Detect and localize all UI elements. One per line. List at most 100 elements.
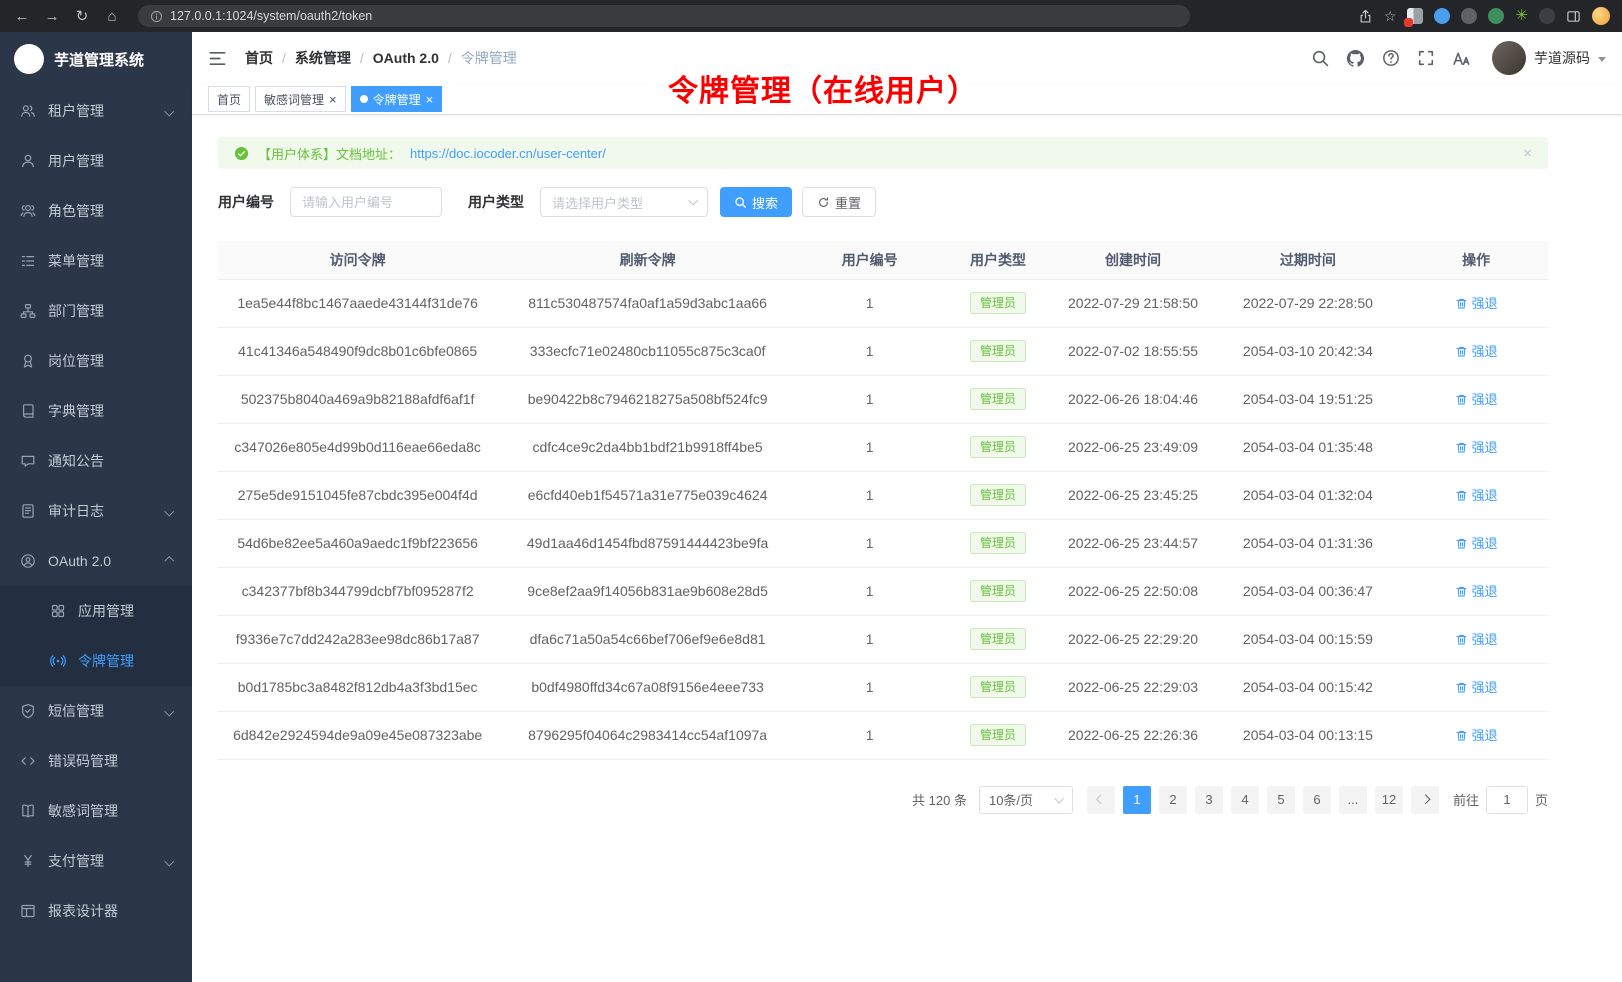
tab-label: 敏感词管理 bbox=[264, 91, 324, 108]
pagination-page-5[interactable]: 5 bbox=[1267, 786, 1295, 814]
extension-grid-icon[interactable] bbox=[1407, 8, 1423, 24]
sidebar-item-menu[interactable]: 菜单管理 bbox=[0, 236, 192, 286]
user-type-select[interactable]: 请选择用户类型 bbox=[540, 187, 708, 217]
extension-dark-icon[interactable] bbox=[1539, 8, 1555, 24]
search-button[interactable]: 搜索 bbox=[720, 187, 792, 217]
pagination-prev-button[interactable] bbox=[1087, 786, 1115, 814]
expire-time-cell: 2054-03-04 00:15:59 bbox=[1211, 615, 1404, 663]
sidebar-item-pay[interactable]: 支付管理 bbox=[0, 836, 192, 886]
sidebar-item-report[interactable]: 报表设计器 bbox=[0, 886, 192, 936]
goto-page-input[interactable] bbox=[1486, 786, 1528, 814]
active-tab-dot bbox=[360, 95, 368, 103]
sidebar-item-tenant[interactable]: 租户管理 bbox=[0, 86, 192, 136]
close-icon[interactable]: × bbox=[329, 93, 337, 106]
fullscreen-icon[interactable] bbox=[1417, 49, 1435, 67]
sidebar-item-post[interactable]: 岗位管理 bbox=[0, 336, 192, 386]
chevron-down-icon bbox=[164, 706, 173, 715]
pagination-ellipsis[interactable]: ... bbox=[1339, 786, 1367, 814]
site-info-icon[interactable] bbox=[150, 10, 163, 23]
user-id-input[interactable] bbox=[290, 187, 442, 217]
force-logout-button[interactable]: 强退 bbox=[1455, 389, 1498, 408]
refresh-token-cell: be90422b8c7946218275a508bf524fc9 bbox=[497, 375, 798, 423]
tab-home[interactable]: 首页 bbox=[208, 86, 250, 112]
extension-badge bbox=[1404, 18, 1413, 27]
pagination-page-12[interactable]: 12 bbox=[1375, 786, 1403, 814]
token-table: 访问令牌 刷新令牌 用户编号 用户类型 创建时间 过期时间 操作 1ea5e44… bbox=[218, 241, 1548, 760]
refresh-token-cell: 9ce8ef2aa9f14056b831ae9b608e28d5 bbox=[497, 567, 798, 615]
force-logout-button[interactable]: 强退 bbox=[1455, 293, 1498, 312]
force-logout-button[interactable]: 强退 bbox=[1455, 725, 1498, 744]
help-icon[interactable] bbox=[1382, 49, 1400, 67]
breadcrumb-item-system[interactable]: 系统管理 bbox=[295, 48, 351, 68]
browser-address-bar[interactable]: 127.0.0.1:1024/system/oauth2/token bbox=[138, 5, 1190, 27]
sidebar-item-dept[interactable]: 部门管理 bbox=[0, 286, 192, 336]
browser-profile-avatar[interactable] bbox=[1592, 7, 1610, 25]
logo-avatar bbox=[14, 44, 44, 74]
sidebar-item-sensitive-word[interactable]: 敏感词管理 bbox=[0, 786, 192, 836]
close-icon[interactable]: × bbox=[426, 93, 434, 106]
breadcrumb-separator: / bbox=[448, 50, 452, 66]
force-logout-button[interactable]: 强退 bbox=[1455, 629, 1498, 648]
reset-button[interactable]: 重置 bbox=[802, 187, 876, 217]
app-logo[interactable]: 芋道管理系统 bbox=[0, 32, 192, 86]
bookmark-star-icon[interactable]: ☆ bbox=[1384, 8, 1397, 25]
browser-reload-button[interactable]: ↻ bbox=[72, 6, 92, 26]
user-menu[interactable]: 芋道源码 bbox=[1492, 41, 1606, 75]
sidebar-item-oauth2-token[interactable]: 令牌管理 bbox=[0, 636, 192, 686]
access-token-cell: c347026e805e4d99b0d116eae66eda8c bbox=[218, 423, 497, 471]
sidebar-item-oauth2-application[interactable]: 应用管理 bbox=[0, 586, 192, 636]
browser-back-button[interactable]: ← bbox=[12, 6, 32, 26]
browser-forward-button[interactable]: → bbox=[42, 6, 62, 26]
force-logout-button[interactable]: 强退 bbox=[1455, 677, 1498, 696]
alert-close-icon[interactable]: × bbox=[1523, 145, 1532, 162]
sidebar-item-label: 用户管理 bbox=[48, 151, 104, 171]
font-size-icon[interactable] bbox=[1452, 49, 1471, 68]
extension-asterisk-icon[interactable]: ✳ bbox=[1515, 8, 1528, 24]
pagination-page-4[interactable]: 4 bbox=[1231, 786, 1259, 814]
sidebar-item-dict[interactable]: 字典管理 bbox=[0, 386, 192, 436]
force-logout-button[interactable]: 强退 bbox=[1455, 341, 1498, 360]
share-icon[interactable] bbox=[1358, 9, 1373, 24]
sidebar-item-audit-log[interactable]: 审计日志 bbox=[0, 486, 192, 536]
pagination-page-6[interactable]: 6 bbox=[1303, 786, 1331, 814]
browser-home-button[interactable]: ⌂ bbox=[102, 6, 122, 26]
sidebar-item-role[interactable]: 角色管理 bbox=[0, 186, 192, 236]
expire-time-cell: 2054-03-04 01:32:04 bbox=[1211, 471, 1404, 519]
force-logout-button[interactable]: 强退 bbox=[1455, 533, 1498, 552]
pagination-page-2[interactable]: 2 bbox=[1159, 786, 1187, 814]
username: 芋道源码 bbox=[1534, 48, 1590, 68]
force-logout-button[interactable]: 强退 bbox=[1455, 437, 1498, 456]
user-id-cell: 1 bbox=[798, 279, 942, 327]
expire-time-cell: 2054-03-04 19:51:25 bbox=[1211, 375, 1404, 423]
force-logout-button[interactable]: 强退 bbox=[1455, 485, 1498, 504]
pagination-next-button[interactable] bbox=[1411, 786, 1439, 814]
expire-time-cell: 2054-03-04 00:36:47 bbox=[1211, 567, 1404, 615]
column-header: 过期时间 bbox=[1211, 241, 1404, 279]
tab-token[interactable]: 令牌管理 × bbox=[351, 86, 443, 112]
breadcrumb-item-home[interactable]: 首页 bbox=[245, 48, 273, 68]
access-token-cell: 275e5de9151045fe87cbdc395e004f4d bbox=[218, 471, 497, 519]
extension-gray-icon[interactable] bbox=[1461, 8, 1477, 24]
tab-sensitive-word[interactable]: 敏感词管理 × bbox=[255, 86, 346, 112]
extension-green-icon[interactable] bbox=[1488, 8, 1504, 24]
extension-blue-icon[interactable] bbox=[1434, 8, 1450, 24]
sidebar-item-user[interactable]: 用户管理 bbox=[0, 136, 192, 186]
sidebar-item-error-code[interactable]: 错误码管理 bbox=[0, 736, 192, 786]
doc-link[interactable]: https://doc.iocoder.cn/user-center/ bbox=[410, 146, 606, 161]
pagination-page-1[interactable]: 1 bbox=[1123, 786, 1151, 814]
force-logout-button[interactable]: 强退 bbox=[1455, 581, 1498, 600]
search-icon[interactable] bbox=[1311, 49, 1329, 67]
app-icon bbox=[50, 603, 66, 619]
sidebar-item-sms[interactable]: 短信管理 bbox=[0, 686, 192, 736]
page-size-select[interactable]: 10条/页 bbox=[979, 786, 1073, 814]
create-time-cell: 2022-06-25 23:45:25 bbox=[1055, 471, 1212, 519]
breadcrumb-item-oauth2[interactable]: OAuth 2.0 bbox=[373, 50, 439, 66]
sidebar-item-notice[interactable]: 通知公告 bbox=[0, 436, 192, 486]
access-token-cell: f9336e7c7dd242a283ee98dc86b17a87 bbox=[218, 615, 497, 663]
github-icon[interactable] bbox=[1346, 49, 1365, 68]
pagination-page-3[interactable]: 3 bbox=[1195, 786, 1223, 814]
sidebar-item-oauth2[interactable]: OAuth 2.0 bbox=[0, 536, 192, 586]
table-row: 41c41346a548490f9dc8b01c6bfe0865333ecfc7… bbox=[218, 327, 1548, 375]
hamburger-icon[interactable] bbox=[208, 49, 227, 68]
side-panel-icon[interactable] bbox=[1566, 9, 1581, 24]
